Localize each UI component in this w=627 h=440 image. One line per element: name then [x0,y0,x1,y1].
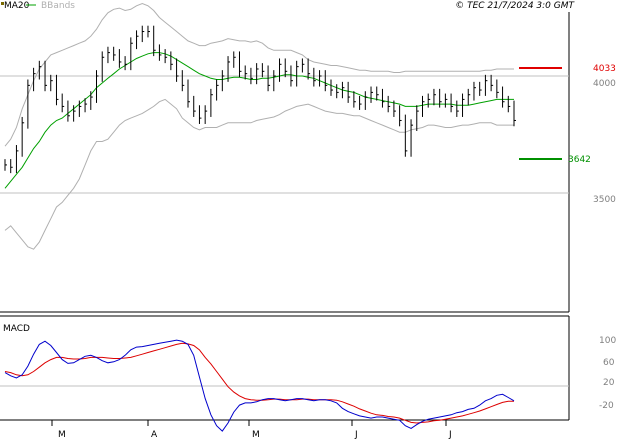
resistance-label: 4033 [593,64,616,74]
copyright-text: © TEC 21/7/2024 3:0 GMT [455,1,575,11]
month-label-3: J [354,430,358,440]
y-tick-3500: 3500 [593,195,616,205]
macd-tick-20: 20 [603,378,615,388]
macd-tick-100: 100 [599,336,616,346]
support-label: 3642 [568,155,591,165]
chart-canvas: MA20 BBands © TEC 21/7/2024 3:0 GMT 4000… [0,0,627,440]
month-label-1: A [151,430,158,440]
ma20-label: MA20 [4,1,30,11]
month-label-4: J [448,430,452,440]
macd-title: MACD [3,324,30,334]
y-tick-4000: 4000 [593,79,616,89]
chart-background [0,0,627,440]
month-label-0: M [58,430,66,440]
bbands-label: BBands [41,1,75,11]
month-label-2: M [252,430,260,440]
macd-tick-minus20: -20 [599,401,614,411]
macd-tick-60: 60 [603,358,615,368]
